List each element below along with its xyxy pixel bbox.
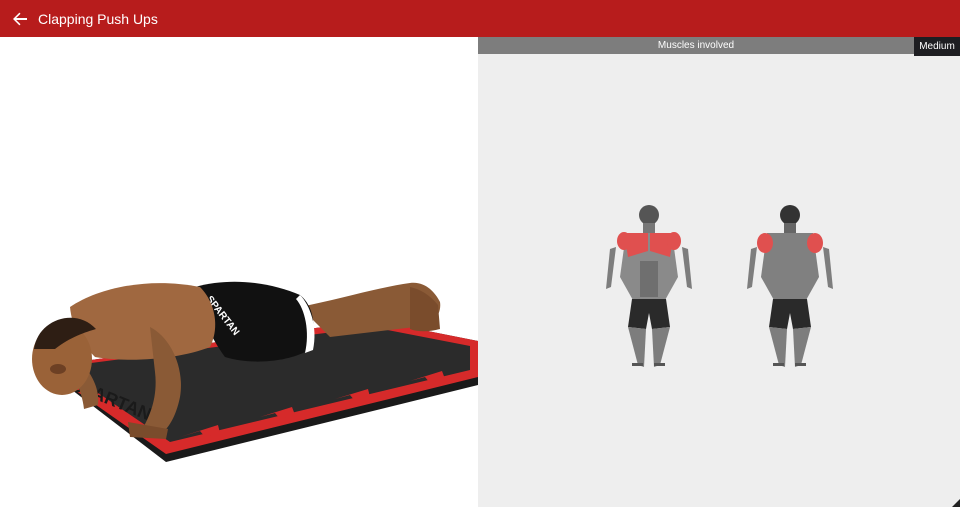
app-bar: Clapping Push Ups	[0, 0, 960, 37]
front-body-figure	[606, 205, 692, 367]
page-title: Clapping Push Ups	[38, 10, 158, 27]
muscles-panel: Muscles involved Medium	[478, 37, 960, 507]
resize-corner-icon	[952, 499, 960, 507]
muscles-involved-header: Muscles involved	[478, 37, 914, 54]
muscle-map	[606, 205, 833, 367]
exercise-illustration: SPARTAN SPARTAN	[32, 281, 478, 462]
exercise-animation-pane: SPARTAN SPARTAN	[0, 37, 478, 507]
arrow-left-icon	[13, 12, 27, 25]
difficulty-badge: Medium	[914, 37, 960, 56]
back-button[interactable]	[0, 0, 40, 37]
back-body-figure	[747, 205, 833, 367]
